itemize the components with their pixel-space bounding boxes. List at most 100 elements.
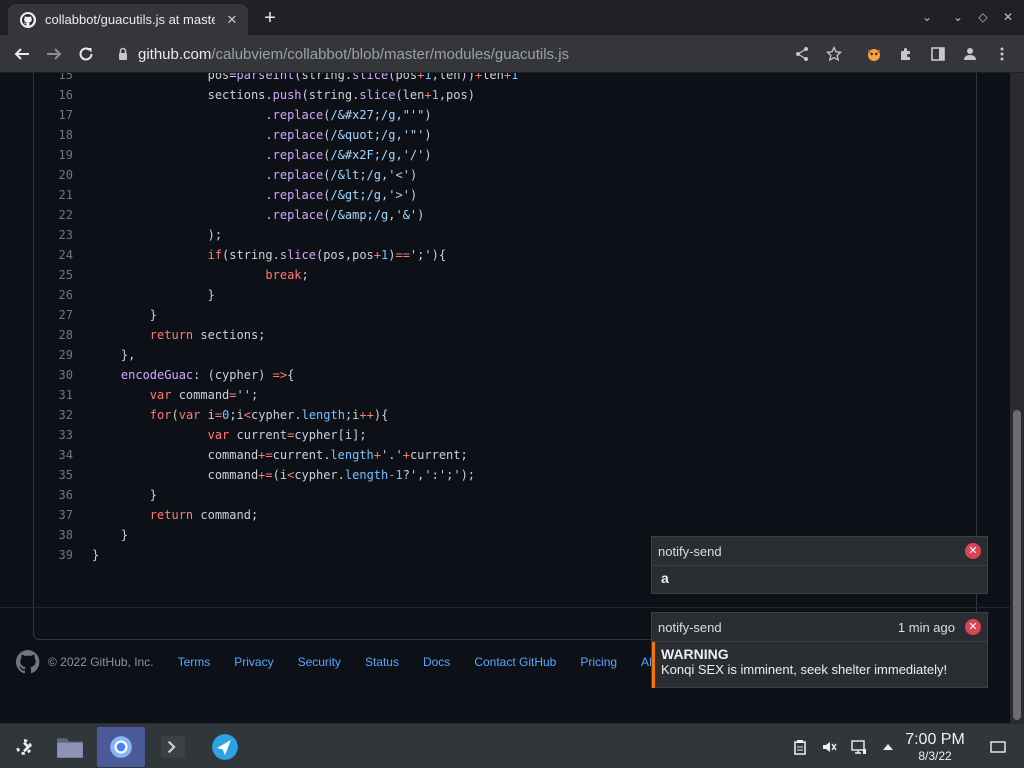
- clock[interactable]: 7:00 PM 8/3/22: [902, 731, 968, 763]
- footer-link-docs[interactable]: Docs: [423, 655, 450, 669]
- chromium-icon[interactable]: [97, 727, 145, 767]
- line-number[interactable]: 18: [33, 125, 73, 145]
- line-code: sections.push(string.slice(len+1,pos): [92, 88, 475, 102]
- code-line: 35 command+=(i<cypher.length-1?',':';');: [33, 465, 973, 485]
- code-line: 16 sections.push(string.slice(len+1,pos): [33, 85, 973, 105]
- footer-copyright: © 2022 GitHub, Inc.: [48, 655, 154, 669]
- code-line: 32 for(var i=0;i<cypher.length;i++){: [33, 405, 973, 425]
- tray-arrow-icon[interactable]: [877, 736, 899, 758]
- terminal-icon[interactable]: [149, 727, 197, 767]
- footer-link-status[interactable]: Status: [365, 655, 399, 669]
- line-code: command+=current.length+'.'+current;: [92, 448, 468, 462]
- line-number[interactable]: 31: [33, 385, 73, 405]
- line-number[interactable]: 29: [33, 345, 73, 365]
- notification-time: 1 min ago: [897, 619, 955, 635]
- footer-divider: [0, 607, 1010, 608]
- line-code: }: [92, 488, 158, 502]
- sidepanel-icon[interactable]: [928, 44, 948, 64]
- scrollbar-thumb[interactable]: [1013, 410, 1021, 720]
- line-number[interactable]: 38: [33, 525, 73, 545]
- desktop-icon[interactable]: [987, 736, 1009, 758]
- minimize-icon[interactable]: ⌄: [948, 7, 968, 27]
- page-scrollbar[interactable]: [1010, 73, 1024, 723]
- line-number[interactable]: 22: [33, 205, 73, 225]
- line-number[interactable]: 15: [33, 73, 73, 85]
- network-icon[interactable]: [848, 736, 870, 758]
- browser-tab[interactable]: collabbot/guacutils.js at master ✕: [8, 4, 248, 35]
- line-number[interactable]: 27: [33, 305, 73, 325]
- reload-icon[interactable]: [74, 42, 98, 66]
- code-line: 15 pos=parseInt(string.slice(pos+1,len))…: [33, 73, 973, 85]
- line-number[interactable]: 21: [33, 185, 73, 205]
- code-line: 17 .replace(/&#x27;/g,"'"): [33, 105, 973, 125]
- footer-link-contact[interactable]: Contact GitHub: [474, 655, 556, 669]
- code-line: 34 command+=current.length+'.'+current;: [33, 445, 973, 465]
- folder-icon[interactable]: [46, 727, 94, 767]
- forward-arrow-icon[interactable]: [42, 42, 66, 66]
- notification-app-name: notify-send: [658, 619, 722, 635]
- line-number[interactable]: 20: [33, 165, 73, 185]
- code-line: 37 return command;: [33, 505, 973, 525]
- line-number[interactable]: 23: [33, 225, 73, 245]
- star-icon[interactable]: [824, 44, 844, 64]
- line-number[interactable]: 24: [33, 245, 73, 265]
- notification-2[interactable]: notify-send 1 min ago ✕ WARNING Konqi SE…: [651, 612, 988, 688]
- notification-accent-bar: [652, 642, 655, 688]
- tab-search-chevron-icon[interactable]: ⌄: [917, 7, 937, 27]
- line-number[interactable]: 19: [33, 145, 73, 165]
- line-number[interactable]: 25: [33, 265, 73, 285]
- line-number[interactable]: 33: [33, 425, 73, 445]
- launcher-icon[interactable]: [0, 727, 48, 767]
- code-line: 29 },: [33, 345, 973, 365]
- line-number[interactable]: 35: [33, 465, 73, 485]
- footer-link-privacy[interactable]: Privacy: [234, 655, 273, 669]
- line-number[interactable]: 17: [33, 105, 73, 125]
- line-code: for(var i=0;i<cypher.length;i++){: [149, 408, 389, 422]
- code-line: 26 }: [33, 285, 973, 305]
- close-icon[interactable]: ✕: [965, 543, 981, 559]
- url-host: github.com: [138, 45, 212, 63]
- plus-icon[interactable]: +: [259, 7, 281, 29]
- line-code: .replace(/&amp;/g,'&'): [92, 208, 425, 222]
- line-code: .replace(/&quot;/g,'"'): [92, 128, 432, 142]
- line-number[interactable]: 36: [33, 485, 73, 505]
- clock-time: 7:00 PM: [905, 731, 965, 748]
- menu-icon[interactable]: [992, 44, 1012, 64]
- footer-link-pricing[interactable]: Pricing: [580, 655, 617, 669]
- line-number[interactable]: 30: [33, 365, 73, 385]
- code-line: 33 var current=cypher[i];: [33, 425, 973, 445]
- address-bar[interactable]: github.com/calubviem/collabbot/blob/mast…: [112, 40, 852, 68]
- discover-icon[interactable]: [201, 727, 249, 767]
- line-number[interactable]: 28: [33, 325, 73, 345]
- line-number[interactable]: 37: [33, 505, 73, 525]
- browser-toolbar: github.com/calubviem/collabbot/blob/mast…: [0, 35, 1024, 73]
- line-number[interactable]: 39: [33, 545, 73, 565]
- puzzle-icon[interactable]: [896, 44, 916, 64]
- github-footer-icon[interactable]: [16, 650, 40, 674]
- back-arrow-icon[interactable]: [10, 42, 34, 66]
- clock-date: 8/3/22: [918, 749, 952, 763]
- window-close-icon[interactable]: ✕: [998, 7, 1018, 27]
- volume-muted-icon[interactable]: [818, 736, 840, 758]
- line-number[interactable]: 26: [33, 285, 73, 305]
- line-code: return command;: [149, 508, 259, 522]
- maximize-icon[interactable]: ◇: [973, 7, 993, 27]
- share-icon[interactable]: [792, 44, 812, 64]
- close-icon[interactable]: ✕: [224, 12, 240, 28]
- line-number[interactable]: 16: [33, 85, 73, 105]
- line-number[interactable]: 32: [33, 405, 73, 425]
- clipboard-icon[interactable]: [789, 736, 811, 758]
- code-line: 23 );: [33, 225, 973, 245]
- footer-link-security[interactable]: Security: [298, 655, 341, 669]
- extension-icon[interactable]: [864, 44, 884, 64]
- notification-1[interactable]: notify-send ✕ a: [651, 536, 988, 594]
- notification-body: Konqi SEX is imminent, seek shelter imme…: [661, 662, 948, 677]
- profile-icon[interactable]: [960, 44, 980, 64]
- notification-title: WARNING: [661, 646, 729, 662]
- close-icon[interactable]: ✕: [965, 619, 981, 635]
- footer-link-terms[interactable]: Terms: [178, 655, 211, 669]
- line-number[interactable]: 34: [33, 445, 73, 465]
- line-code: );: [92, 228, 223, 242]
- line-code: },: [92, 348, 136, 362]
- line-code: if(string.slice(pos,pos+1)==';'){: [207, 248, 447, 262]
